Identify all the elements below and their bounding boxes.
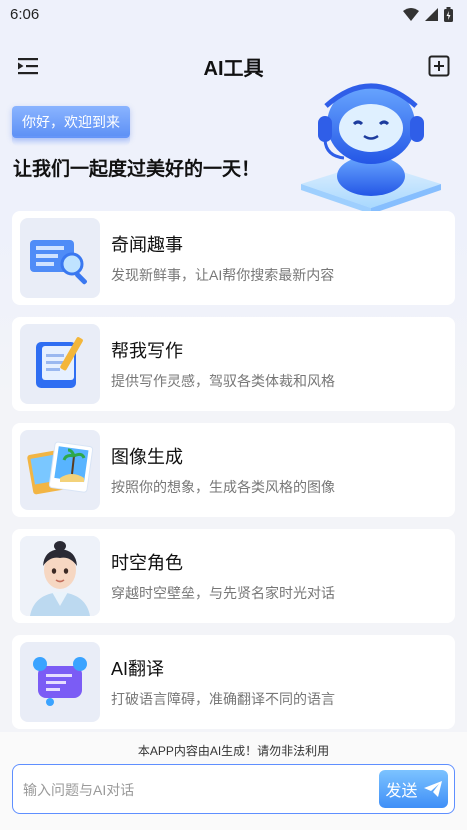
battery-icon [444,6,453,22]
paper-plane-icon [423,781,442,797]
wifi-icon [403,7,419,21]
signal-icon [425,7,438,21]
page-title: AI工具 [203,57,264,80]
chat-input[interactable] [23,777,373,803]
tool-title: 帮我写作 [111,341,183,361]
tool-description: 打破语言障碍，准确翻译不同的语言 [111,691,335,707]
welcome-badge: 你好，欢迎到来 [12,106,130,146]
tool-card-writing[interactable]: 帮我写作 提供写作灵感，驾驭各类体裁和风格 [12,317,455,411]
ai-disclaimer: 本APP内容由AI生成！请勿非法利用 [137,744,330,758]
photo-stack-icon [20,430,100,510]
status-bar: 6:06 [0,0,467,28]
send-button[interactable]: 发送 [379,770,448,808]
status-icons [403,6,453,22]
tool-title: 奇闻趣事 [111,235,183,255]
tool-card-translate[interactable]: AI翻译 打破语言障碍，准确翻译不同的语言 [12,635,455,729]
tool-description: 按照你的想象，生成各类风格的图像 [111,479,335,495]
notebook-pen-icon [20,324,100,404]
tool-card-image[interactable]: 图像生成 按照你的想象，生成各类风格的图像 [12,423,455,517]
robot-mascot-icon [296,76,446,216]
greeting-text: 让我们一起度过美好的一天！ [13,159,261,180]
character-avatar-icon [20,536,100,616]
menu-button[interactable] [16,54,40,78]
tool-card-character[interactable]: 时空角色 穿越时空壁垒，与先贤名家时光对话 [12,529,455,623]
add-square-icon [428,55,450,77]
tool-description: 穿越时空壁垒，与先贤名家时光对话 [111,585,335,601]
status-time: 6:06 [10,5,40,23]
translate-chat-icon [20,642,100,722]
send-label: 发送 [385,783,418,800]
chat-input-box: 发送 [12,764,455,814]
news-search-icon [20,218,100,298]
tool-title: 时空角色 [111,553,183,573]
new-chat-button[interactable] [427,54,451,78]
tool-title: AI翻译 [111,659,165,679]
tool-title: 图像生成 [111,447,183,467]
tool-description: 提供写作灵感，驾驭各类体裁和风格 [111,373,335,389]
menu-expand-icon [18,58,38,75]
tool-description: 发现新鲜事，让AI帮你搜索最新内容 [111,267,335,283]
tool-card-news[interactable]: 奇闻趣事 发现新鲜事，让AI帮你搜索最新内容 [12,211,455,305]
